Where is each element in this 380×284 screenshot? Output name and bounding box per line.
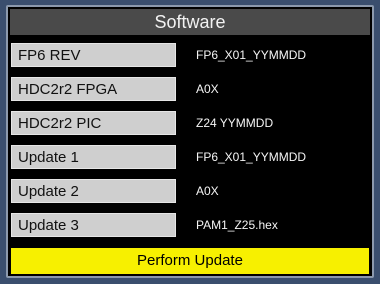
update-3-label: Update 3 (11, 213, 176, 237)
update-2-label: Update 2 (11, 179, 176, 203)
fp6-rev-value: FP6_X01_YYMMDD (196, 48, 307, 62)
hdc2r2-fpga-value: A0X (196, 82, 219, 96)
hdc2r2-fpga-label: HDC2r2 FPGA (11, 77, 176, 101)
panel-title: Software (10, 9, 370, 35)
row-update-2: Update 2 A0X (8, 177, 372, 207)
hdc2r2-pic-label: HDC2r2 PIC (11, 111, 176, 135)
row-update-1: Update 1 FP6_X01_YYMMDD (8, 143, 372, 173)
fp6-rev-label: FP6 REV (11, 43, 176, 67)
hdc2r2-pic-value: Z24 YYMMDD (196, 116, 274, 130)
row-fp6-rev: FP6 REV FP6_X01_YYMMDD (8, 41, 372, 71)
update-3-value: PAM1_Z25.hex (196, 218, 278, 232)
row-hdc2r2-pic: HDC2r2 PIC Z24 YYMMDD (8, 109, 372, 139)
update-2-value: A0X (196, 184, 219, 198)
perform-update-button[interactable]: Perform Update (11, 248, 369, 274)
row-update-3: Update 3 PAM1_Z25.hex (8, 211, 372, 241)
row-hdc2r2-fpga: HDC2r2 FPGA A0X (8, 75, 372, 105)
software-panel: Software FP6 REV FP6_X01_YYMMDD HDC2r2 F… (6, 5, 374, 278)
update-1-value: FP6_X01_YYMMDD (196, 150, 307, 164)
update-1-label: Update 1 (11, 145, 176, 169)
